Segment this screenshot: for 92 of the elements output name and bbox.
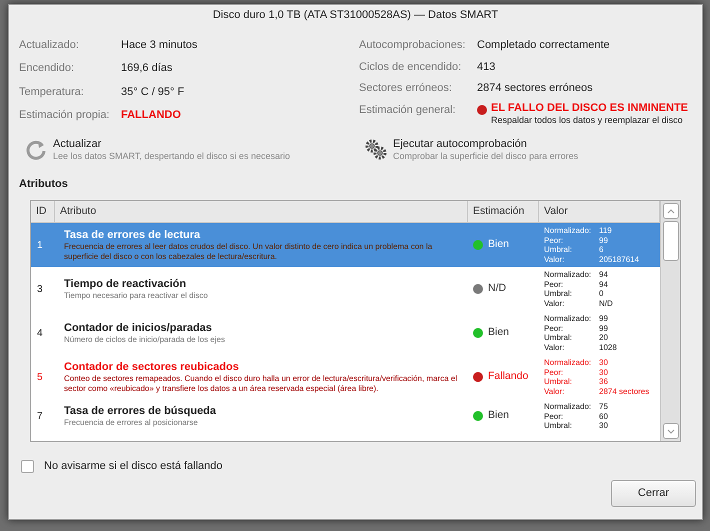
column-header[interactable]: Estimación	[468, 201, 539, 222]
value-label: Umbral:	[544, 421, 574, 430]
value-number: 2874 sectores	[599, 386, 650, 396]
value-number: 30	[599, 421, 609, 430]
assessment-text: Bien	[488, 237, 510, 252]
attribute-name: Contador de sectores reubicados	[64, 360, 240, 374]
assessment-text: N/D	[488, 281, 506, 296]
value-number: 30	[599, 358, 609, 368]
attribute-name: Tasa de errores de lectura	[64, 228, 202, 242]
value-label: Valor:	[544, 298, 566, 308]
value-number: 99	[599, 324, 609, 333]
attribute-name: Contador de inicios/paradas	[64, 322, 213, 334]
scroll-thumb[interactable]	[662, 221, 678, 261]
info-label: Actualizado:	[19, 38, 80, 53]
value-number: 20	[599, 333, 609, 342]
assessment-text: Bien	[488, 408, 510, 424]
value-label: Peor:	[544, 236, 564, 245]
value-label: Umbral:	[544, 377, 574, 386]
info-value: 35° C / 95° F	[121, 84, 186, 100]
attribute-description: Conteo de sectores remapeados. Cuando el disco duro halla un error de lectura/escritura/verificación, marca el sector como «reubicado» y transfiere los datos a un área reservada especial (área libre).	[64, 374, 458, 394]
value-number: 60	[599, 412, 609, 421]
value-number: 119	[599, 226, 613, 236]
info-label: Temperatura:	[19, 84, 85, 100]
value-label: Normalizado:	[544, 402, 592, 412]
assessment-text: Bien	[488, 325, 510, 340]
info-value: Completado correctamente	[477, 38, 611, 53]
info-label: Estimación general:	[359, 102, 457, 118]
attribute-name: Tiempo de reactivación	[64, 278, 188, 290]
info-label: Encendido:	[19, 61, 76, 76]
value-label: Peor:	[544, 324, 564, 333]
attribute-name: Tasa de errores de búsqueda	[64, 404, 218, 418]
attribute-description: Número de ciclos de inicio/parada de los ejes	[64, 334, 226, 344]
info-label: Sectores erróneos:	[359, 81, 453, 96]
value-number: N/D	[599, 298, 614, 308]
scrollbar[interactable]	[660, 201, 680, 441]
info-value: 169,6 días	[121, 61, 174, 76]
info-label: Ciclos de encendido:	[359, 60, 462, 74]
value-label: Peor:	[544, 280, 564, 289]
refresh-icon	[25, 138, 47, 160]
value-label: Peor:	[544, 368, 564, 377]
value-label: Valor:	[544, 254, 566, 264]
section-heading: Atributos	[18, 176, 69, 192]
value-number: 205187614	[599, 254, 640, 264]
overall-advice: Respaldar todos los datos y reemplazar el disco	[491, 114, 684, 126]
column-header[interactable]: Atributo	[55, 201, 468, 222]
scroll-up-icon[interactable]	[662, 203, 678, 219]
info-value: 413	[477, 60, 496, 74]
info-value: FALLANDO	[121, 108, 182, 124]
value-number: 36	[599, 377, 609, 386]
overall-status: EL FALLO DEL DISCO ES INMINENTE	[491, 102, 688, 114]
value-number: 0	[599, 289, 604, 298]
assessment-text: Fallando	[488, 369, 528, 384]
gears-icon	[365, 138, 387, 160]
value-label: Normalizado:	[544, 270, 592, 280]
checkbox[interactable]	[21, 460, 34, 473]
value-label: Normalizado:	[544, 314, 592, 324]
value-number: 6	[599, 245, 604, 254]
table-cell-text: 4	[36, 326, 44, 340]
checkbox-label: No avisarme si el disco está fallando	[44, 459, 223, 474]
info-label: Estimación propia:	[19, 108, 110, 124]
attribute-row[interactable]	[31, 223, 660, 267]
action-button[interactable]: Ejecutar autocomprobación Comprobar la superficie del disco para errores	[365, 138, 578, 162]
value-label: Normalizado:	[544, 358, 592, 368]
value-number: 99	[599, 236, 609, 245]
value-number: 94	[599, 280, 609, 289]
value-number: 94	[599, 270, 609, 280]
value-number: 1028	[599, 342, 618, 352]
column-header[interactable]: ID	[31, 201, 55, 222]
table-cell-text: 3	[36, 282, 44, 296]
value-label: Umbral:	[544, 245, 574, 254]
action-button[interactable]: Actualizar Lee los datos SMART, despertando el disco si es necesario	[25, 138, 365, 162]
attribute-description: Tiempo necesario para reactivar el disco	[64, 290, 209, 300]
table-cell-text: 7	[36, 410, 44, 424]
window-title: Disco duro 1,0 TB (ATA ST31000528AS) — Datos SMART	[212, 8, 500, 23]
info-value: 2874 sectores erróneos	[477, 81, 594, 96]
value-number: 75	[599, 402, 609, 412]
value-label: Umbral:	[544, 333, 574, 342]
scroll-down-icon[interactable]	[662, 423, 678, 439]
close-button[interactable]: Cerrar	[611, 480, 696, 507]
value-label: Normalizado:	[544, 226, 592, 236]
value-number: 99	[599, 314, 609, 324]
table-cell-text: 5	[36, 370, 44, 384]
attribute-description: Frecuencia de errores al posicionarse	[64, 418, 199, 428]
value-label: Valor:	[544, 342, 566, 352]
table-cell-text: 1	[36, 238, 44, 252]
value-label: Umbral:	[544, 289, 574, 298]
value-label: Peor:	[544, 412, 564, 421]
value-label: Valor:	[544, 386, 566, 396]
attribute-description: Frecuencia de errores al leer datos crudos del disco. Un valor distinto de cero indica un problema con la superficie del disco o con los cabezales de lectura/escritura.	[64, 242, 434, 262]
info-value: Hace 3 minutos	[121, 38, 198, 53]
info-label: Autocomprobaciones:	[359, 38, 466, 53]
value-number: 30	[599, 368, 609, 377]
